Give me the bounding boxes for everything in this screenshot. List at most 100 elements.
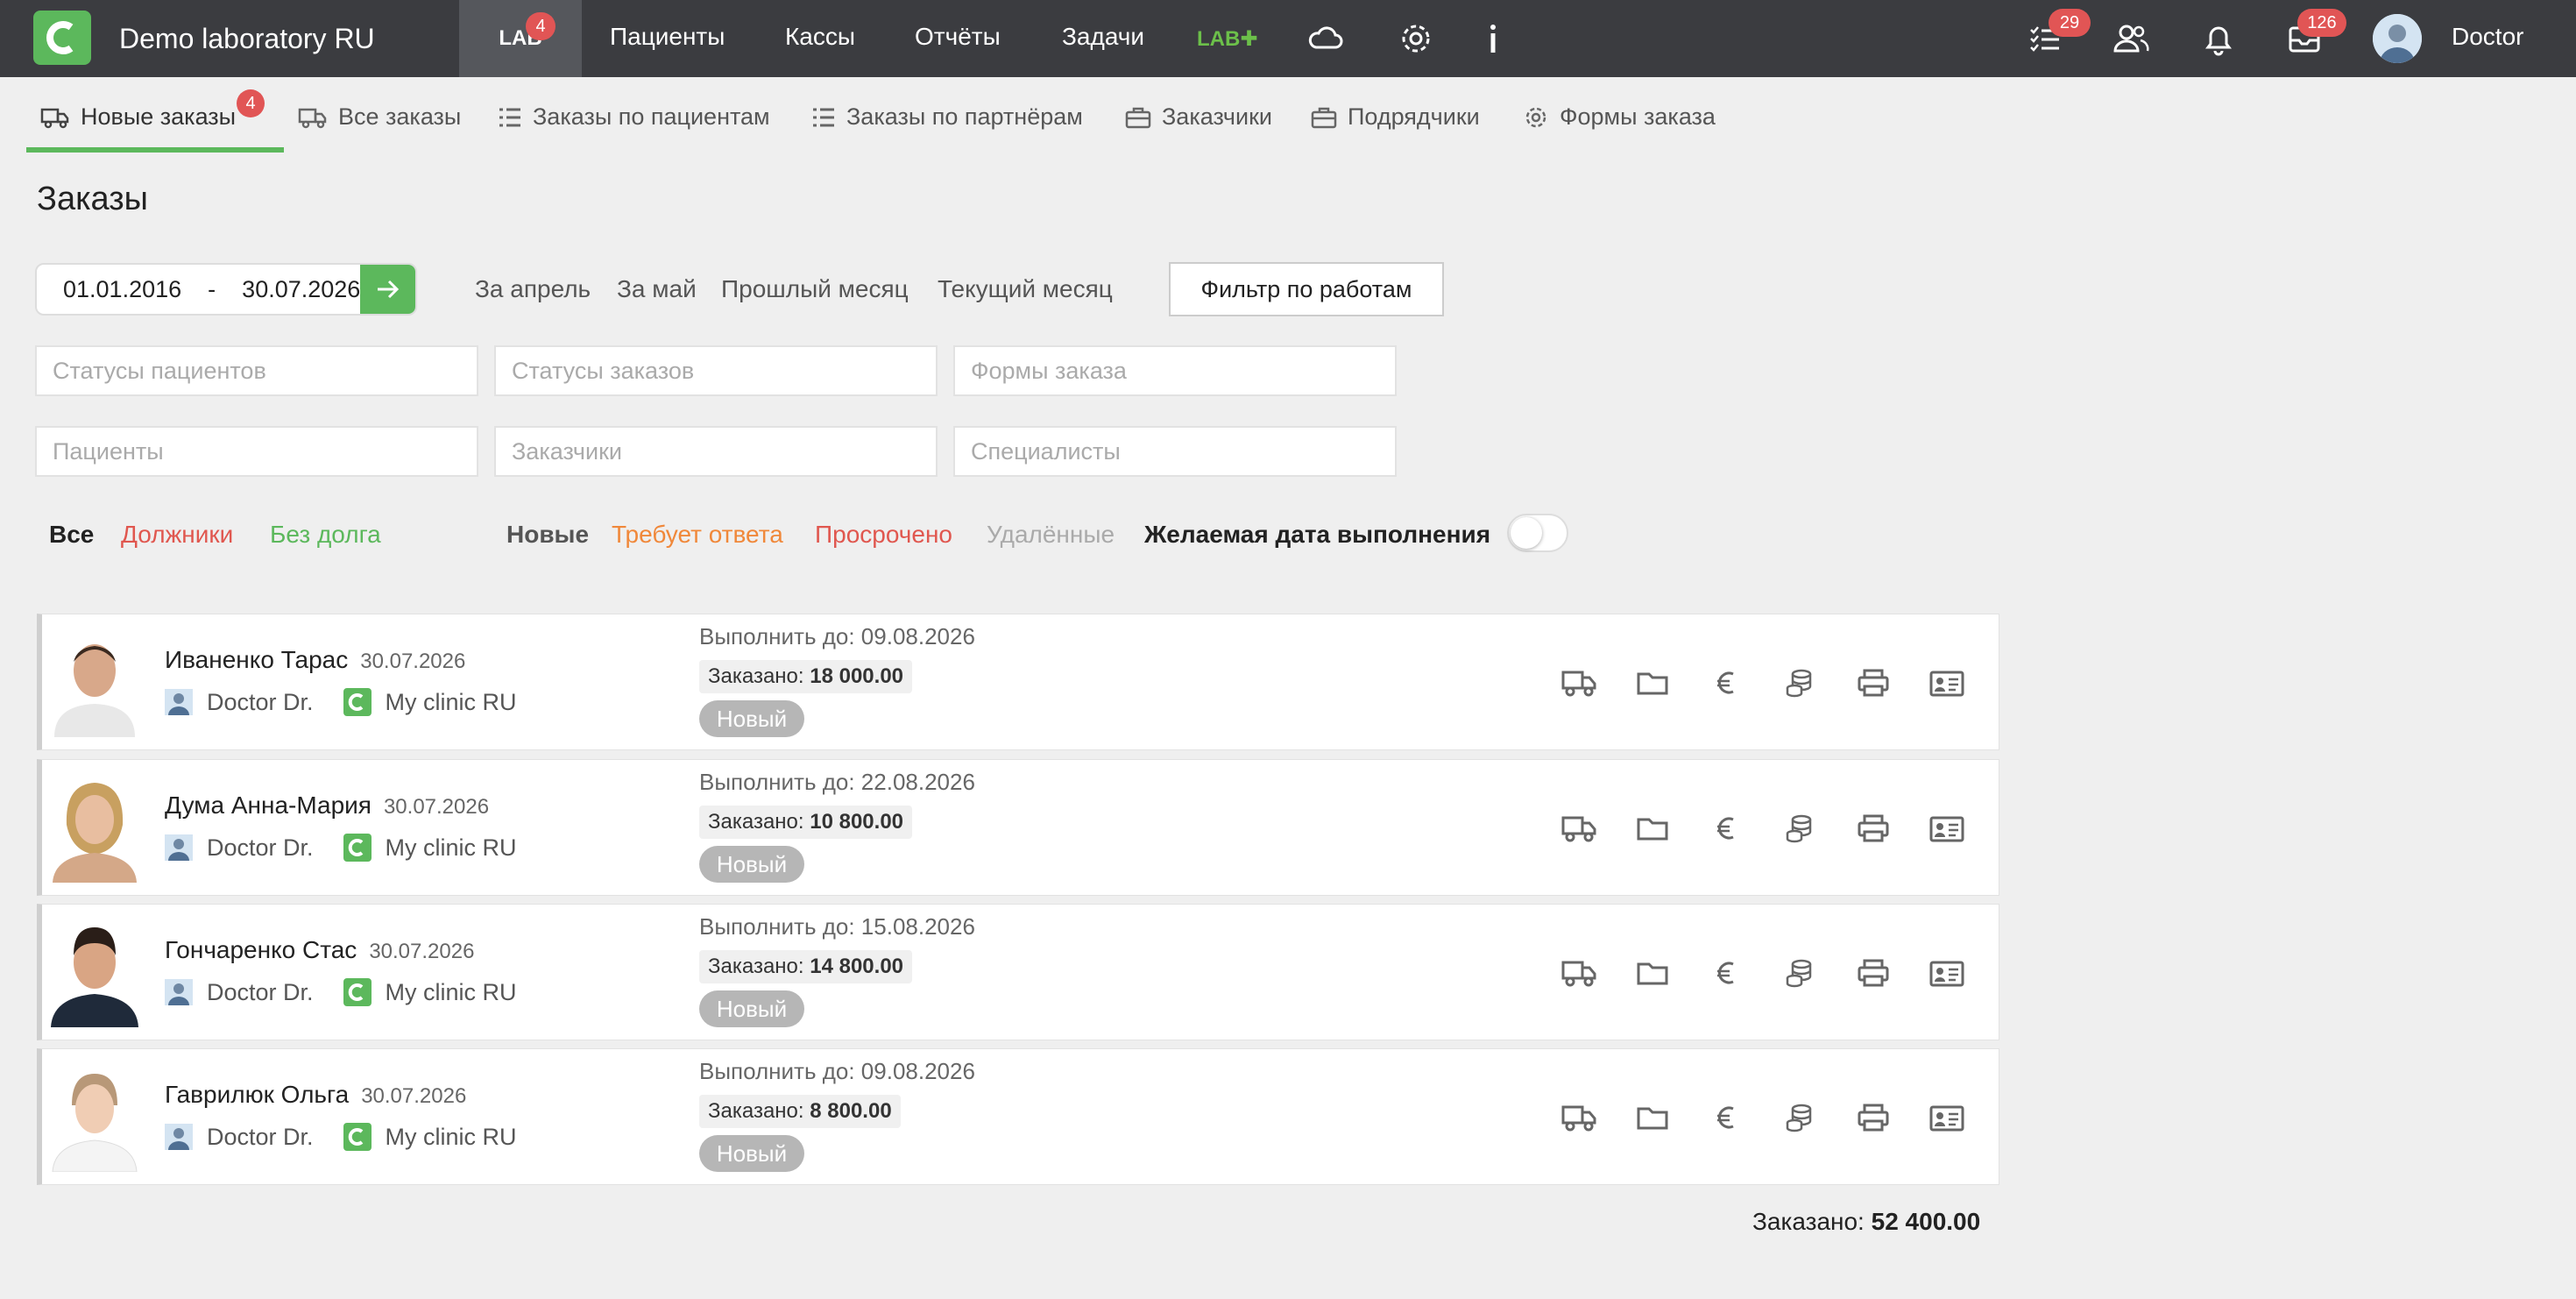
nav-tasks[interactable]: Задачи — [1062, 23, 1144, 51]
coins-icon[interactable] — [1780, 665, 1819, 700]
delivery-truck-icon[interactable] — [1560, 1100, 1598, 1135]
nav-lab-tab[interactable]: LAB 4 — [459, 0, 582, 77]
doctor-name[interactable]: Doctor Dr. — [207, 689, 314, 716]
list-icon — [813, 108, 834, 126]
filter-by-works-button[interactable]: Фильтр по работам — [1169, 262, 1444, 316]
date-range-picker[interactable]: 01.01.2016 - 30.07.2026 — [35, 263, 417, 316]
patient-name[interactable]: Гончаренко Стас — [165, 936, 357, 963]
patients-select[interactable]: Пациенты — [35, 426, 478, 477]
order-meta: Doctor Dr. My clinic RU — [165, 688, 517, 716]
page-title: Заказы — [37, 181, 148, 217]
ordered-label: Заказано: — [708, 955, 804, 978]
delivery-truck-icon[interactable] — [1560, 665, 1598, 700]
quick-filter-last-month[interactable]: Прошлый месяц — [721, 275, 909, 303]
euro-icon[interactable] — [1707, 665, 1745, 700]
filter-deleted[interactable]: Удалённые — [987, 521, 1115, 549]
clinic-name[interactable]: My clinic RU — [386, 689, 517, 716]
quick-filter-may[interactable]: За май — [617, 275, 697, 303]
specialists-select[interactable]: Специалисты — [953, 426, 1397, 477]
nav-reports[interactable]: Отчёты — [915, 23, 1001, 51]
order-date: 30.07.2026 — [369, 940, 475, 963]
filter-overdue[interactable]: Просрочено — [815, 521, 952, 549]
order-date: 30.07.2026 — [361, 1084, 467, 1108]
patient-status-select[interactable]: Статусы пациентов — [35, 345, 478, 396]
tab-all-orders[interactable]: Все заказы — [298, 103, 461, 131]
tab-new-orders[interactable]: Новые заказы — [40, 103, 236, 131]
doctor-avatar-icon — [165, 834, 193, 861]
doctor-name[interactable]: Doctor Dr. — [207, 1124, 314, 1151]
folder-icon[interactable] — [1633, 811, 1672, 846]
info-icon[interactable] — [1474, 19, 1512, 58]
desired-date-toggle[interactable] — [1507, 514, 1568, 552]
order-forms-select[interactable]: Формы заказа — [953, 345, 1397, 396]
app-logo-icon[interactable] — [33, 11, 91, 65]
date-range-text[interactable]: 01.01.2016 - 30.07.2026 — [37, 276, 360, 303]
apply-date-button[interactable] — [360, 265, 415, 314]
folder-icon[interactable] — [1633, 665, 1672, 700]
customers-select[interactable]: Заказчики — [494, 426, 938, 477]
euro-icon[interactable] — [1707, 811, 1745, 846]
tab-contractors[interactable]: Подрядчики — [1311, 103, 1480, 131]
nav-patients[interactable]: Пациенты — [610, 23, 725, 51]
tab-orders-by-patients[interactable]: Заказы по пациентам — [498, 103, 770, 131]
filter-all[interactable]: Все — [49, 521, 94, 549]
clinic-name[interactable]: My clinic RU — [386, 834, 517, 862]
coins-icon[interactable] — [1780, 1100, 1819, 1135]
printer-icon[interactable] — [1854, 665, 1893, 700]
doctor-avatar-icon — [165, 979, 193, 1005]
coins-icon[interactable] — [1780, 955, 1819, 990]
status-badge: Новый — [699, 700, 804, 737]
tab-order-forms[interactable]: Формы заказа — [1523, 103, 1716, 131]
filter-debtors[interactable]: Должники — [121, 521, 233, 549]
folder-icon[interactable] — [1633, 1100, 1672, 1135]
gear-icon — [1525, 107, 1546, 127]
folder-icon[interactable] — [1633, 955, 1672, 990]
filter-new[interactable]: Новые — [506, 521, 589, 549]
euro-icon[interactable] — [1707, 955, 1745, 990]
order-date: 30.07.2026 — [360, 650, 466, 673]
order-card[interactable]: Гончаренко Стас 30.07.2026 Doctor Dr. My … — [37, 904, 1999, 1040]
filter-needs-reply[interactable]: Требует ответа — [612, 521, 783, 549]
orders-total: Заказано: 52 400.00 — [1752, 1208, 1980, 1236]
users-icon[interactable] — [2112, 19, 2150, 58]
patient-name[interactable]: Иваненко Тарас — [165, 646, 348, 673]
id-card-icon[interactable] — [1928, 955, 1966, 990]
ordered-label: Заказано: — [708, 810, 804, 834]
delivery-truck-icon[interactable] — [1560, 811, 1598, 846]
clinic-name[interactable]: My clinic RU — [386, 1124, 517, 1151]
app-title[interactable]: Demo laboratory RU — [119, 23, 375, 55]
order-card[interactable]: Иваненко Тарас 30.07.2026 Doctor Dr. My c… — [37, 614, 1999, 750]
bell-icon[interactable] — [2199, 19, 2238, 58]
date-from: 01.01.2016 — [63, 275, 182, 302]
printer-icon[interactable] — [1854, 1100, 1893, 1135]
gear-icon[interactable] — [1397, 19, 1435, 58]
tab-orders-by-partners[interactable]: Заказы по партнёрам — [811, 103, 1083, 131]
order-card[interactable]: Дума Анна-Мария 30.07.2026 Doctor Dr. My … — [37, 759, 1999, 896]
user-name[interactable]: Doctor — [2452, 23, 2523, 51]
quick-filter-april[interactable]: За апрель — [475, 275, 591, 303]
printer-icon[interactable] — [1854, 811, 1893, 846]
quick-filter-current-month[interactable]: Текущий месяц — [938, 275, 1113, 303]
order-status-select[interactable]: Статусы заказов — [494, 345, 938, 396]
delivery-truck-icon[interactable] — [1560, 955, 1598, 990]
order-date: 30.07.2026 — [383, 795, 490, 819]
cloud-icon[interactable] — [1306, 19, 1344, 58]
id-card-icon[interactable] — [1928, 665, 1966, 700]
nav-labplus[interactable]: LAB✚ — [1197, 26, 1257, 52]
coins-icon[interactable] — [1780, 811, 1819, 846]
euro-icon[interactable] — [1707, 1100, 1745, 1135]
patient-name[interactable]: Дума Анна-Мария — [165, 791, 372, 819]
user-avatar[interactable] — [2373, 14, 2422, 63]
nav-cash[interactable]: Кассы — [785, 23, 855, 51]
deadline: Выполнить до: 22.08.2026 — [699, 769, 975, 795]
patient-name[interactable]: Гаврилюк Ольга — [165, 1081, 349, 1108]
tab-customers[interactable]: Заказчики — [1125, 103, 1272, 131]
order-card[interactable]: Гаврилюк Ольга 30.07.2026 Doctor Dr. My c… — [37, 1048, 1999, 1185]
doctor-name[interactable]: Doctor Dr. — [207, 834, 314, 862]
id-card-icon[interactable] — [1928, 811, 1966, 846]
clinic-name[interactable]: My clinic RU — [386, 979, 517, 1006]
doctor-name[interactable]: Doctor Dr. — [207, 979, 314, 1006]
printer-icon[interactable] — [1854, 955, 1893, 990]
filter-no-debt[interactable]: Без долга — [270, 521, 381, 549]
id-card-icon[interactable] — [1928, 1100, 1966, 1135]
